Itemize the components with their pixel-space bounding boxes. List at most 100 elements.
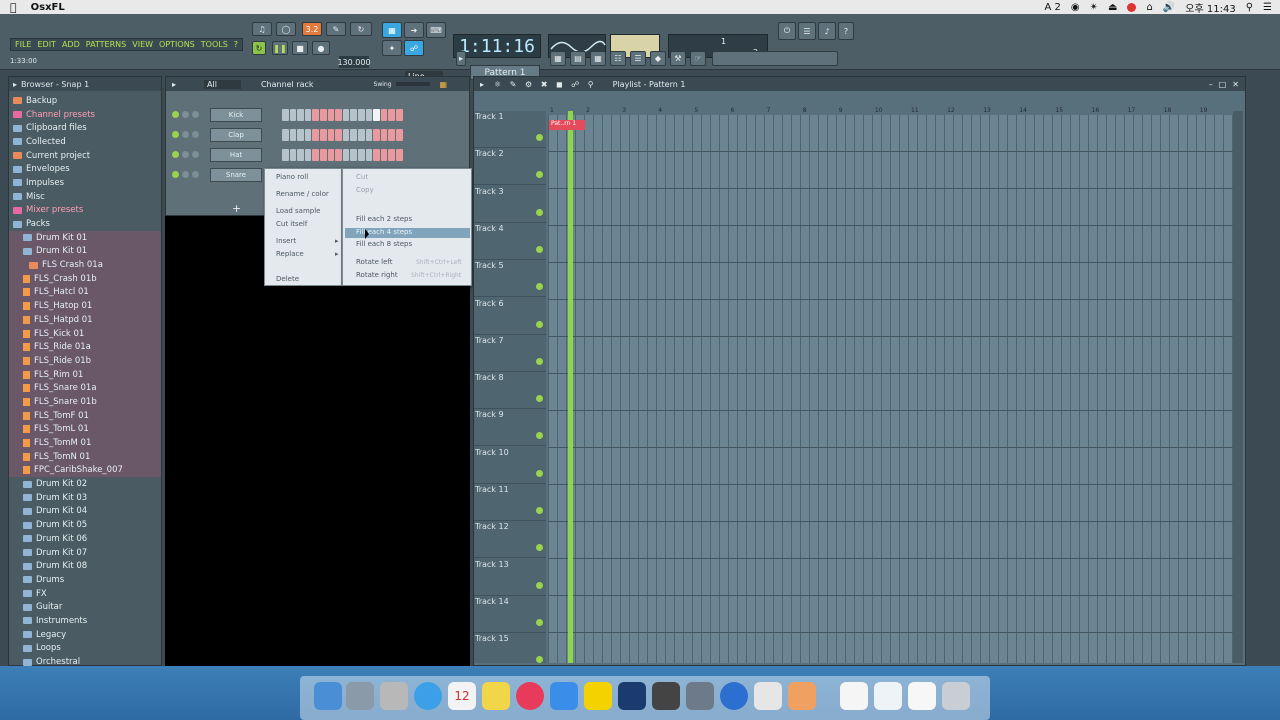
menu-fill-2-steps[interactable]: Fill each 2 steps — [356, 215, 412, 223]
menu-rotate-right[interactable]: Rotate right — [356, 271, 398, 279]
rec-mode-button[interactable]: ◯ — [276, 22, 296, 36]
input-status[interactable]: A 2 — [1045, 2, 1061, 13]
step-button[interactable] — [388, 129, 395, 141]
mixer-window-icon[interactable]: ☷ — [610, 51, 626, 66]
menu-rename-color[interactable]: Rename / color — [276, 190, 329, 198]
browser-item[interactable]: FLS_Kick 01 — [9, 326, 161, 341]
step-button[interactable] — [304, 129, 312, 141]
mixer-icon[interactable]: ☰ — [798, 22, 816, 40]
track-mute-icon[interactable] — [536, 469, 543, 477]
step-button[interactable] — [327, 149, 335, 161]
browser-item[interactable]: Channel presets — [9, 108, 161, 122]
menu-help[interactable]: ? — [234, 40, 238, 49]
channel-row[interactable]: Kick — [166, 107, 469, 123]
step-button[interactable] — [335, 149, 342, 161]
browser-item[interactable]: Mixer presets — [9, 204, 161, 218]
track-mute-icon[interactable] — [536, 283, 543, 291]
step-button[interactable] — [327, 129, 335, 141]
browser-icon[interactable]: ☰ — [630, 51, 646, 66]
track-header[interactable]: Track 13 — [474, 559, 546, 596]
step-button[interactable] — [297, 129, 304, 141]
browser-item[interactable]: Drum Kit 06 — [9, 532, 161, 546]
step-button[interactable] — [335, 109, 342, 121]
fl-studio-icon[interactable] — [788, 682, 816, 710]
step-button[interactable] — [342, 129, 350, 141]
step-button[interactable] — [282, 129, 289, 141]
volume-knob-icon[interactable] — [192, 151, 199, 158]
mute-led-icon[interactable] — [172, 171, 179, 178]
browser-item[interactable]: FLS_Snare 01b — [9, 395, 161, 409]
step-button[interactable] — [319, 109, 327, 121]
browser-item[interactable]: Drum Kit 04 — [9, 505, 161, 519]
metronome-button[interactable]: ♫ — [252, 22, 272, 36]
browser-item[interactable]: Instruments — [9, 614, 161, 628]
step-button[interactable] — [357, 109, 365, 121]
add-channel-button[interactable]: + — [232, 202, 241, 215]
online-news-bar[interactable] — [712, 51, 838, 66]
volume-knob-icon[interactable] — [192, 171, 199, 178]
browser-item[interactable]: FLS Crash 01a — [9, 258, 161, 272]
track-mute-icon[interactable] — [536, 618, 543, 626]
rack-options-icon[interactable]: ▦ — [440, 80, 448, 89]
bluetooth-icon[interactable]: ✴ — [1090, 2, 1098, 13]
scroll-button[interactable]: ➜ — [404, 22, 424, 38]
step-button[interactable] — [312, 129, 319, 141]
menu-fill-8-steps[interactable]: Fill each 8 steps — [356, 240, 412, 248]
menu-patterns[interactable]: PATTERNS — [86, 40, 126, 49]
track-mute-icon[interactable] — [536, 245, 543, 253]
step-button[interactable] — [365, 149, 373, 161]
minimize-icon[interactable]: – — [1209, 80, 1213, 89]
browser-item[interactable]: FLS_TomL 01 — [9, 422, 161, 437]
logic-icon[interactable] — [686, 682, 714, 710]
step-button[interactable] — [357, 149, 365, 161]
step-button[interactable] — [342, 109, 350, 121]
volume-knob-icon[interactable] — [192, 131, 199, 138]
browser-item[interactable]: FPC_CaribShake_007 — [9, 463, 161, 478]
step-button[interactable] — [395, 149, 403, 161]
pan-knob-icon[interactable] — [182, 111, 189, 118]
browser-item[interactable]: Clipboard files — [9, 121, 161, 135]
blend-button[interactable]: ✎ — [326, 22, 346, 36]
menu-options[interactable]: OPTIONS — [159, 40, 195, 49]
track-header[interactable]: Track 12 — [474, 521, 546, 559]
browser-item[interactable]: FLS_Rim 01 — [9, 367, 161, 382]
play-button[interactable]: ❚❚ — [272, 41, 288, 55]
menu-rotate-left[interactable]: Rotate left — [356, 258, 392, 266]
eject-icon[interactable]: ⏏ — [1108, 2, 1117, 13]
step-button[interactable] — [373, 149, 380, 161]
browser-item[interactable]: FLS_TomM 01 — [9, 436, 161, 450]
downloads-icon[interactable] — [874, 682, 902, 710]
mic-icon[interactable]: ♪ — [818, 22, 836, 40]
browser-item[interactable]: Current project — [9, 149, 161, 163]
channel-rack-arrow-icon[interactable]: ▸ — [172, 80, 176, 89]
browser-item[interactable]: Loops — [9, 642, 161, 656]
browser-item[interactable]: Drum Kit 01 — [9, 244, 161, 259]
track-mute-icon[interactable] — [536, 581, 543, 589]
browser-item[interactable]: Drum Kit 05 — [9, 518, 161, 532]
step-button[interactable] — [380, 129, 388, 141]
browser-item[interactable]: Guitar — [9, 600, 161, 614]
step-button[interactable] — [289, 109, 297, 121]
playlist-menu-arrow-icon[interactable]: ▸ — [480, 80, 484, 89]
track-mute-icon[interactable] — [536, 134, 543, 141]
track-header[interactable]: Track 6 — [474, 298, 546, 335]
step-button[interactable] — [365, 129, 373, 141]
track-header[interactable]: Track 11 — [474, 484, 546, 521]
track-header[interactable]: Track 4 — [474, 223, 546, 260]
step-button[interactable] — [395, 109, 403, 121]
itunes-icon[interactable] — [516, 682, 544, 710]
step-button[interactable] — [357, 129, 365, 141]
track-mute-icon[interactable] — [536, 320, 543, 328]
menu-view[interactable]: VIEW — [132, 40, 153, 49]
browser-item[interactable]: Drum Kit 08 — [9, 559, 161, 573]
step-button[interactable] — [380, 109, 388, 121]
app-name[interactable]: OsxFL — [31, 2, 65, 13]
menu-copy[interactable]: Copy — [356, 186, 374, 194]
browser-menu-arrow-icon[interactable]: ▸ — [13, 80, 17, 89]
browser-item[interactable]: Drum Kit 07 — [9, 546, 161, 560]
channel-filter[interactable]: All — [204, 79, 241, 89]
step-button[interactable] — [373, 129, 380, 141]
power-icon[interactable]: ⏻ — [778, 22, 796, 40]
step-button[interactable] — [282, 109, 289, 121]
list-icon[interactable]: ☰ — [1263, 2, 1272, 13]
